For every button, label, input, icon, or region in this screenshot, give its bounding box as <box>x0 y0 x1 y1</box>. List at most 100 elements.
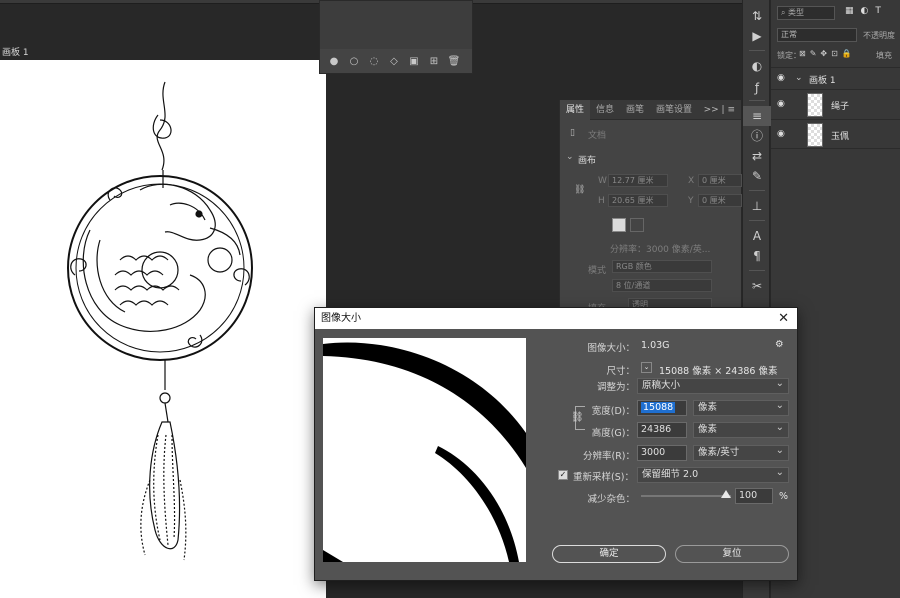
trash-icon[interactable]: 🗑 <box>444 56 464 67</box>
paragraph-icon[interactable]: ¶ <box>743 246 771 266</box>
resample-select[interactable]: 保留细节 2.0 <box>637 466 789 483</box>
resolution-label: 分辨率(R)： <box>582 451 635 462</box>
lock-icons[interactable]: ⊠✎✥⊡🔒 <box>799 49 856 58</box>
tab-brush[interactable]: 画笔 <box>620 100 650 120</box>
mask-icon[interactable]: ▣ <box>404 56 424 67</box>
toolbar-divider <box>749 190 765 191</box>
image-size-label: 图像大小： <box>587 343 635 354</box>
w-field[interactable]: 12.77 厘米 <box>608 174 668 187</box>
panel-button-row: ● ○ ◌ ◇ ▣ ⊞ 🗑 <box>320 49 472 73</box>
layer-thumbnail <box>807 123 823 147</box>
y-field[interactable]: 0 厘米 <box>698 194 742 207</box>
image-size-value: 1.03G <box>641 340 670 351</box>
image-preview[interactable] <box>323 338 526 562</box>
close-icon[interactable]: ✕ <box>778 308 789 329</box>
width-input[interactable]: 15088 <box>637 400 687 416</box>
h-field[interactable]: 20.65 厘米 <box>608 194 668 207</box>
dialog-title: 图像大小 <box>321 313 361 324</box>
x-field[interactable]: 0 厘米 <box>698 174 742 187</box>
tab-brush-settings[interactable]: 画笔设置 <box>650 100 698 120</box>
artboard-canvas[interactable] <box>0 60 326 598</box>
properties-panel: 属性 信息 画笔 画笔设置 >> | ≡ ▯ 文档 ⌄ 画布 W 12.77 厘… <box>559 99 742 315</box>
portrait-orientation-icon[interactable] <box>612 218 626 232</box>
w-label: W <box>598 176 607 186</box>
depth-select[interactable]: 8 位/通道 <box>612 279 712 292</box>
reset-button[interactable]: 复位 <box>675 545 789 563</box>
eye-icon[interactable]: ◉ <box>777 129 785 139</box>
layer-filter-search[interactable]: ⌕ 类型 <box>777 6 835 20</box>
noise-slider-knob[interactable] <box>721 490 731 498</box>
group-name: 画板 1 <box>809 76 836 86</box>
image-size-dialog: 图像大小 ✕ 图像大小： 1.03G ⚙ 尺寸： ⌄ 15088 像素 × 24… <box>314 307 798 581</box>
resolution-input[interactable]: 3000 <box>637 445 687 461</box>
artboard-label[interactable]: 画板 1 <box>2 45 29 58</box>
eye-icon[interactable]: ◉ <box>777 99 785 109</box>
layer-row[interactable]: ◉ 绳子 <box>771 89 900 119</box>
gear-icon[interactable]: ⚙ <box>775 339 784 350</box>
layer-name: 玉佩 <box>831 132 850 142</box>
brush-icon[interactable]: ✎ <box>743 166 771 186</box>
dot-outline-icon[interactable]: ○ <box>344 56 364 67</box>
eye-icon[interactable]: ◉ <box>777 73 785 83</box>
panel-menu-icon[interactable]: >> | ≡ <box>704 105 741 115</box>
fx-icon[interactable]: ƒ <box>743 78 771 98</box>
y-label: Y <box>688 196 694 206</box>
fit-label: 调整为： <box>596 382 635 393</box>
h-label: H <box>598 196 605 206</box>
mode-select[interactable]: RGB 颜色 <box>612 260 712 273</box>
landscape-orientation-icon[interactable] <box>630 218 644 232</box>
tab-info[interactable]: 信息 <box>590 100 620 120</box>
mode-label: 模式 <box>588 266 607 276</box>
layers-filter-row: ⌕ 类型 ▦◐T <box>771 4 900 22</box>
info-icon[interactable]: ⓘ <box>743 126 771 146</box>
width-unit-select[interactable]: 像素 <box>693 399 789 416</box>
toolbar-divider <box>749 50 765 51</box>
resolution-unit-select[interactable]: 像素/英寸 <box>693 444 789 461</box>
stamp-icon[interactable]: ⊥ <box>743 196 771 216</box>
tab-properties[interactable]: 属性 <box>560 99 591 120</box>
layer-group-row[interactable]: ◉ ⌄ 画板 1 <box>771 67 900 89</box>
adjust-icon[interactable]: ⇄ <box>743 146 771 166</box>
character-icon[interactable]: A <box>743 226 771 246</box>
play-icon[interactable]: ▶ <box>743 26 771 46</box>
dot-filled-icon[interactable]: ● <box>324 56 344 67</box>
x-label: X <box>688 176 695 186</box>
tools-icon[interactable]: ✂ <box>743 276 771 296</box>
document-icon: ▯ <box>570 128 575 138</box>
fill-label: 填充 <box>876 51 892 60</box>
history-icon[interactable]: ⇅ <box>743 6 771 26</box>
dot-dashed-icon[interactable]: ◌ <box>364 56 384 67</box>
dimensions-label: 尺寸： <box>606 366 635 377</box>
toolbar-divider <box>749 100 765 101</box>
width-label: 宽度(D)： <box>591 406 635 417</box>
jade-pendant-artwork <box>67 81 253 561</box>
height-unit-select[interactable]: 像素 <box>693 421 789 438</box>
ok-button[interactable]: 确定 <box>552 545 666 563</box>
swatch-panel: ● ○ ◌ ◇ ▣ ⊞ 🗑 <box>319 0 473 74</box>
dialog-titlebar[interactable]: 图像大小 ✕ <box>315 308 797 329</box>
dimensions-value: 15088 像素 × 24386 像素 <box>659 366 778 377</box>
resample-checkbox[interactable]: ✓ <box>558 470 568 480</box>
color-icon[interactable]: ◐ <box>743 56 771 76</box>
layer-row[interactable]: ◉ 玉佩 <box>771 119 900 149</box>
link-icon[interactable]: ⛓ <box>574 185 585 195</box>
new-icon[interactable]: ⊞ <box>424 56 444 67</box>
chevron-down-icon[interactable]: ⌄ <box>566 152 574 162</box>
diamond-icon[interactable]: ◇ <box>384 56 404 67</box>
chevron-down-icon[interactable]: ⌄ <box>795 73 803 83</box>
chevron-down-icon[interactable]: ⌄ <box>641 362 652 373</box>
noise-input[interactable]: 100 <box>735 488 773 504</box>
layer-thumbnail <box>807 93 823 117</box>
properties-icon[interactable]: ≡ <box>743 106 771 126</box>
filter-icons[interactable]: ▦◐T <box>845 6 888 16</box>
blend-mode-select[interactable]: 正常 <box>777 28 857 42</box>
toolbar-divider <box>749 220 765 221</box>
resample-label: 重新采样(S)： <box>573 472 634 483</box>
layer-name: 绳子 <box>831 102 850 112</box>
width-value: 15088 <box>641 402 676 413</box>
noise-slider-track[interactable] <box>641 495 731 497</box>
fit-select[interactable]: 原稿大小 <box>637 377 789 394</box>
height-input[interactable]: 24386 <box>637 422 687 438</box>
resolution-readout: 分辨率：3000 像素/英... <box>610 245 711 255</box>
doc-label: 文档 <box>588 131 607 141</box>
